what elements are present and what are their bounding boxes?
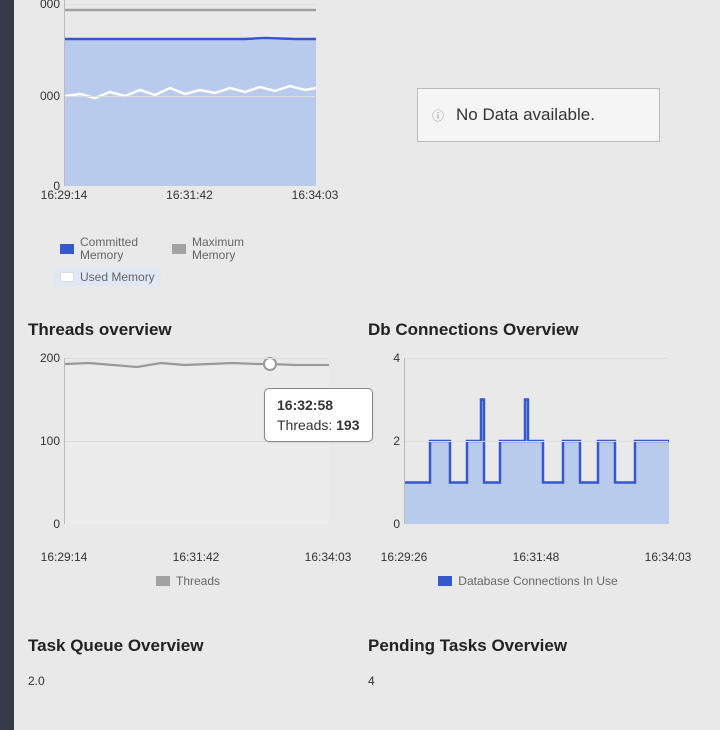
y-tick: 0 bbox=[393, 517, 400, 531]
x-tick: 16:31:42 bbox=[166, 188, 213, 202]
memory-legend: Committed Memory Maximum Memory bbox=[28, 234, 318, 264]
legend-threads[interactable]: Threads bbox=[150, 572, 226, 590]
db-chart-area[interactable]: 4 2 0 16:29:26 bbox=[368, 358, 688, 548]
db-legend: Database Connections In Use bbox=[368, 572, 688, 590]
tooltip-value: 193 bbox=[336, 417, 359, 433]
threads-legend: Threads bbox=[28, 572, 348, 590]
tooltip-row: Threads: 193 bbox=[277, 417, 360, 433]
x-tick: 16:34:03 bbox=[292, 188, 339, 202]
memory-y-axis: 000 000 0 bbox=[28, 0, 62, 166]
top-row: 000 000 0 bbox=[14, 0, 720, 300]
y-tick: 000 bbox=[40, 89, 60, 103]
threads-x-axis: 16:29:14 16:31:42 16:34:03 bbox=[64, 550, 328, 566]
panel-title: Pending Tasks Overview bbox=[368, 636, 688, 656]
square-icon bbox=[438, 576, 452, 586]
pending-tasks-panel: Pending Tasks Overview 4 bbox=[368, 636, 688, 688]
x-tick: 16:31:42 bbox=[173, 550, 220, 564]
legend-maximum-memory[interactable]: Maximum Memory bbox=[166, 234, 268, 264]
db-panel: Db Connections Overview 4 2 0 bbox=[368, 320, 688, 590]
legend-label: Database Connections In Use bbox=[458, 574, 617, 588]
x-tick: 16:34:03 bbox=[305, 550, 352, 564]
legend-label: Threads bbox=[176, 574, 220, 588]
db-y-axis: 4 2 0 bbox=[368, 358, 402, 524]
x-tick: 16:29:26 bbox=[381, 550, 428, 564]
legend-label: Maximum Memory bbox=[192, 236, 262, 262]
legend-label: Committed Memory bbox=[80, 236, 150, 262]
memory-x-axis: 16:29:14 16:31:42 16:34:03 bbox=[64, 188, 315, 204]
task-queue-panel: Task Queue Overview 2.0 bbox=[28, 636, 348, 688]
left-sidebar bbox=[0, 0, 14, 730]
middle-row: Threads overview 200 100 0 bbox=[14, 320, 720, 590]
info-icon: ⓘ bbox=[432, 107, 444, 124]
bottom-row: Task Queue Overview 2.0 Pending Tasks Ov… bbox=[14, 636, 720, 688]
square-icon bbox=[60, 272, 74, 282]
legend-label: Used Memory bbox=[80, 270, 155, 284]
no-data-card: ⓘ No Data available. bbox=[417, 88, 660, 142]
dashboard-content: 000 000 0 bbox=[14, 0, 720, 730]
memory-legend-2: Used Memory bbox=[28, 268, 318, 286]
square-icon bbox=[60, 244, 74, 254]
square-icon bbox=[156, 576, 170, 586]
y-tick: 100 bbox=[40, 434, 60, 448]
panel-title: Threads overview bbox=[28, 320, 348, 340]
y-tick: 2.0 bbox=[28, 674, 348, 688]
memory-svg bbox=[65, 0, 316, 186]
legend-committed-memory[interactable]: Committed Memory bbox=[54, 234, 156, 264]
y-tick: 200 bbox=[40, 351, 60, 365]
panel-title: Task Queue Overview bbox=[28, 636, 348, 656]
x-tick: 16:34:03 bbox=[645, 550, 692, 564]
legend-db-connections[interactable]: Database Connections In Use bbox=[432, 572, 623, 590]
y-tick: 0 bbox=[53, 517, 60, 531]
legend-used-memory[interactable]: Used Memory bbox=[54, 268, 161, 286]
memory-plot[interactable] bbox=[64, 0, 315, 186]
threads-panel: Threads overview 200 100 0 bbox=[28, 320, 348, 590]
tooltip-time: 16:32:58 bbox=[277, 397, 360, 413]
tooltip-label: Threads: bbox=[277, 417, 332, 433]
y-tick: 2 bbox=[393, 434, 400, 448]
y-tick: 4 bbox=[368, 674, 688, 688]
y-tick: 4 bbox=[393, 351, 400, 365]
x-tick: 16:29:14 bbox=[41, 188, 88, 202]
y-tick: 000 bbox=[40, 0, 60, 11]
x-tick: 16:31:48 bbox=[513, 550, 560, 564]
db-x-axis: 16:29:26 16:31:48 16:34:03 bbox=[404, 550, 668, 566]
db-plot[interactable] bbox=[404, 358, 668, 524]
square-icon bbox=[172, 244, 186, 254]
threads-y-axis: 200 100 0 bbox=[28, 358, 62, 524]
no-data-text: No Data available. bbox=[456, 105, 595, 125]
panel-title: Db Connections Overview bbox=[368, 320, 688, 340]
threads-tooltip: 16:32:58 Threads: 193 bbox=[264, 388, 373, 442]
x-tick: 16:29:14 bbox=[41, 550, 88, 564]
memory-chart[interactable]: 000 000 0 bbox=[28, 0, 318, 286]
threads-chart-area[interactable]: 200 100 0 16:29:14 bbox=[28, 358, 348, 548]
